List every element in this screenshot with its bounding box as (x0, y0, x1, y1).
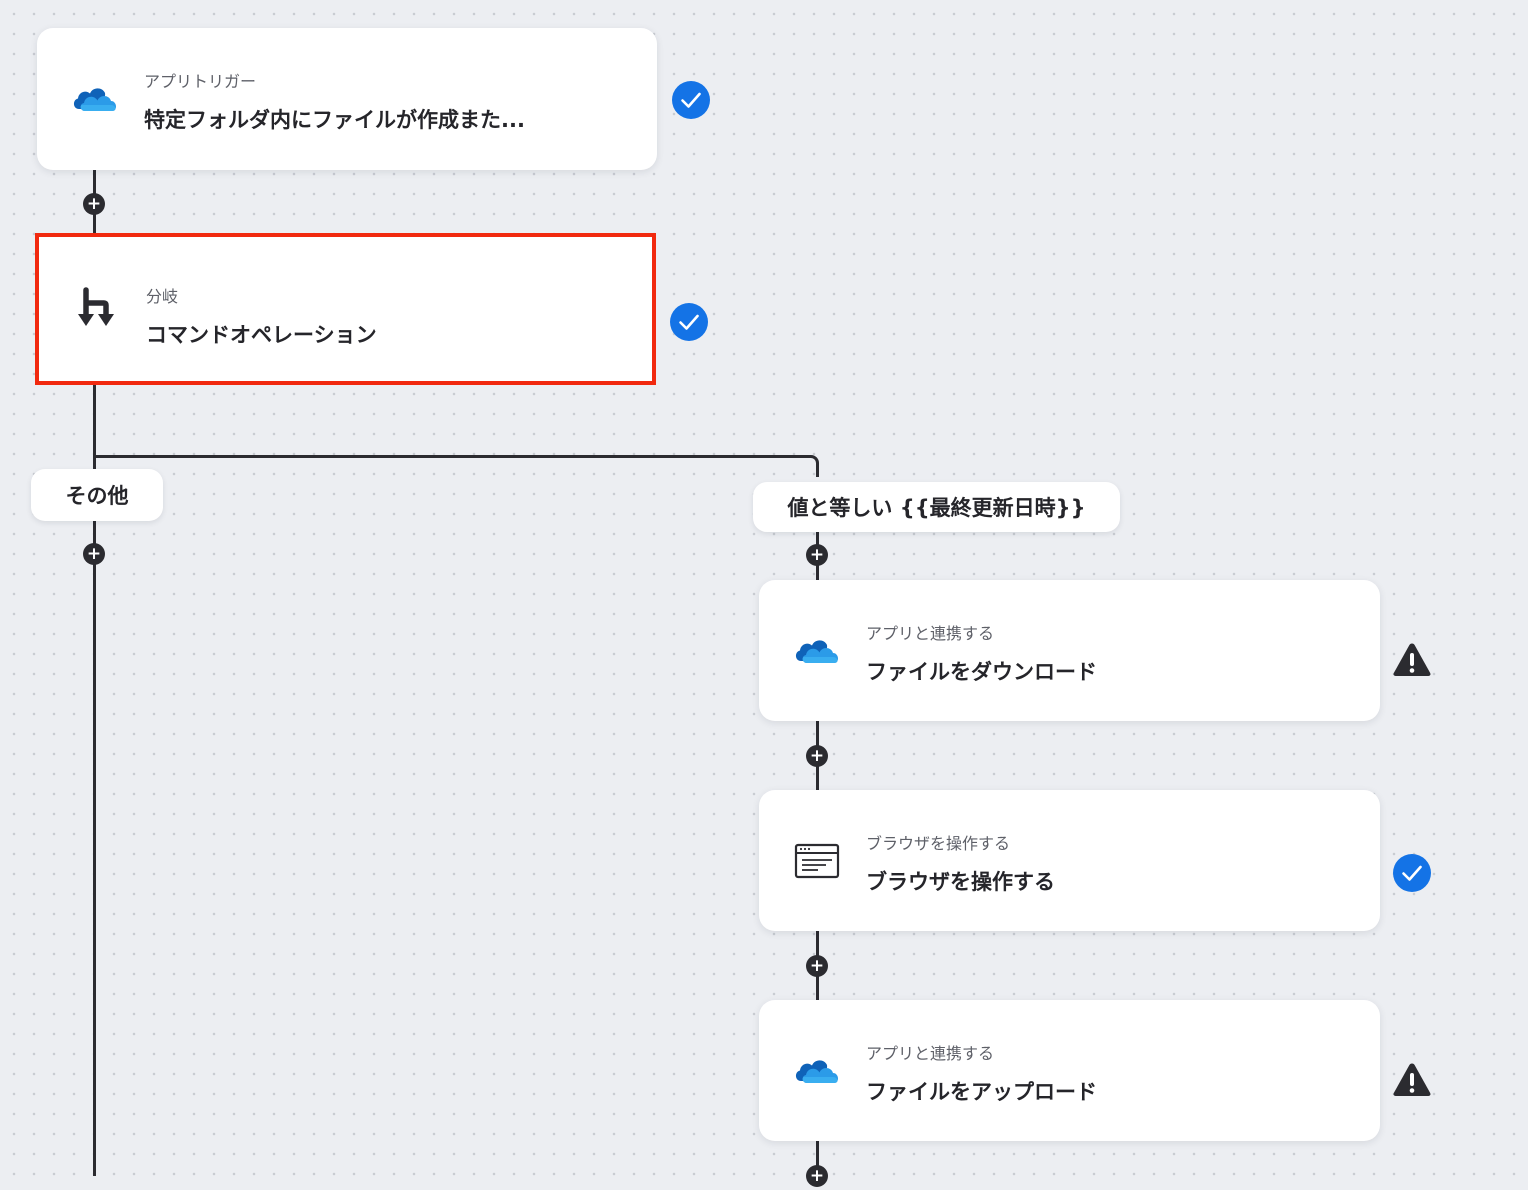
add-step-button[interactable]: + (806, 1165, 828, 1187)
node-title: ブラウザを操作する (866, 870, 1055, 894)
node-subtitle: ブラウザを操作する (866, 834, 1011, 853)
branch-icon (73, 285, 121, 333)
check-icon (671, 80, 711, 120)
onedrive-icon (793, 627, 841, 675)
node-subtitle: 分岐 (146, 287, 179, 306)
node-title: ファイルをアップロード (866, 1080, 1097, 1104)
node-title: コマンドオペレーション (146, 323, 377, 347)
browser-node-card[interactable]: ブラウザを操作する ブラウザを操作する (759, 790, 1380, 931)
download-node-card[interactable]: アプリと連携する ファイルをダウンロード (759, 580, 1380, 721)
node-title: 特定フォルダ内にファイルが作成また... (144, 108, 525, 132)
check-icon (1392, 853, 1432, 893)
warning-icon (1392, 640, 1432, 680)
add-step-button[interactable]: + (83, 193, 105, 215)
upload-node-card[interactable]: アプリと連携する ファイルをアップロード (759, 1000, 1380, 1141)
branch-label-other[interactable]: その他 (31, 469, 163, 521)
branch-node-card[interactable]: 分岐 コマンドオペレーション (35, 233, 656, 385)
add-step-button[interactable]: + (806, 955, 828, 977)
branch-label-equals[interactable]: 値と等しい {{最終更新日時}} (753, 482, 1120, 532)
check-icon (669, 302, 709, 342)
node-subtitle: アプリトリガー (144, 72, 257, 91)
add-step-button[interactable]: + (806, 745, 828, 767)
node-title: ファイルをダウンロード (866, 660, 1097, 684)
add-step-button[interactable]: + (83, 543, 105, 565)
onedrive-icon (793, 1047, 841, 1095)
trigger-node-card[interactable]: アプリトリガー 特定フォルダ内にファイルが作成また... (37, 28, 657, 170)
node-subtitle: アプリと連携する (866, 624, 995, 643)
connector-corner (800, 455, 819, 477)
workflow-canvas: アプリトリガー 特定フォルダ内にファイルが作成また... + 分岐 コマンドオペ… (0, 0, 1528, 1190)
node-subtitle: アプリと連携する (866, 1044, 995, 1063)
warning-icon (1392, 1060, 1432, 1100)
browser-window-icon (793, 837, 841, 885)
onedrive-icon (71, 75, 119, 123)
add-step-button[interactable]: + (806, 544, 828, 566)
connector-line (92, 455, 809, 458)
